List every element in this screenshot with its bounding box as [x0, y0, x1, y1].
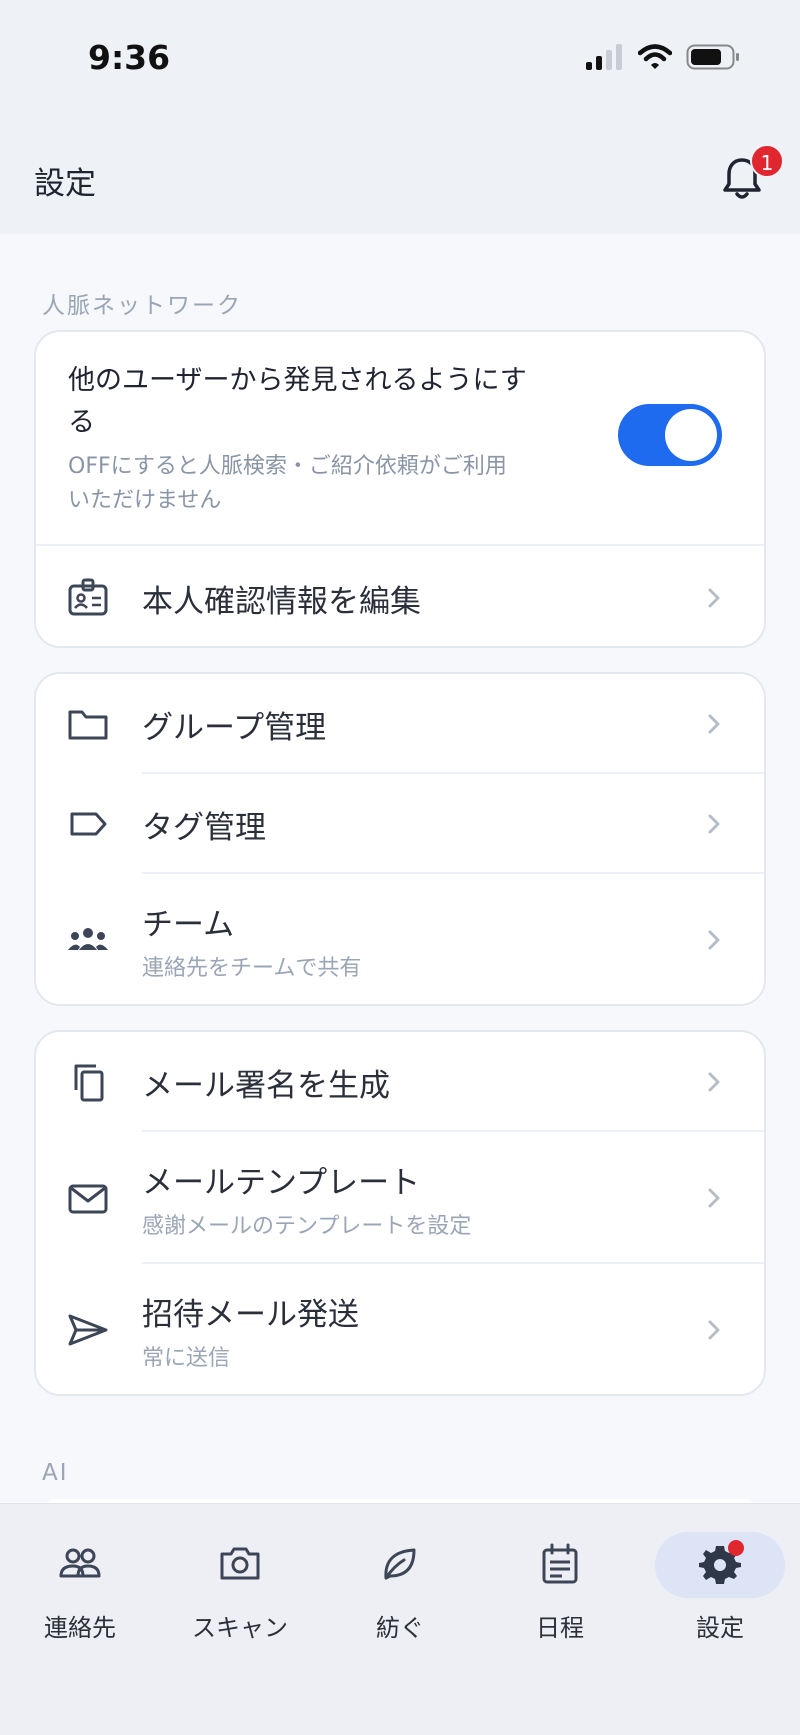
tab-schedule[interactable]: 日程	[480, 1504, 640, 1644]
email-signature-label: メール署名を生成	[142, 1067, 390, 1104]
mail-card: メール署名を生成 メールテンプレート 感謝メールのテンプレートを設定 招待メール…	[34, 1030, 766, 1396]
header: 設定	[0, 120, 800, 234]
page-title: 設定	[34, 166, 96, 202]
tab-settings[interactable]: 設定	[640, 1504, 800, 1644]
chevron-right-icon	[708, 1072, 720, 1092]
tab-contacts[interactable]: 連絡先	[0, 1504, 160, 1644]
tab-schedule-label: 日程	[536, 1614, 584, 1642]
email-template-text: メールテンプレート 感謝メールのテンプレートを設定	[142, 1157, 471, 1240]
invite-email-row[interactable]: 招待メール発送 常に送信	[36, 1264, 764, 1394]
camera-icon	[220, 1547, 260, 1580]
invite-email-subtitle: 常に送信	[142, 1345, 231, 1371]
mail-icon	[68, 1184, 108, 1214]
status-icons	[584, 44, 740, 70]
tag-icon	[70, 812, 107, 836]
status-time: 9:36	[88, 38, 171, 77]
battery-icon	[686, 44, 739, 70]
email-template-row[interactable]: メールテンプレート 感謝メールのテンプレートを設定	[36, 1132, 764, 1264]
invite-email-text: 招待メール発送 常に送信	[142, 1289, 359, 1372]
chevron-right-icon	[708, 1188, 720, 1208]
discoverable-description: OFFにすると人脈検索・ご紹介依頼がご利用 いただけません	[68, 454, 507, 513]
tag-management-label: タグ管理	[142, 809, 266, 846]
notification-badge: 1	[750, 144, 784, 178]
email-template-label: メールテンプレート	[142, 1164, 421, 1201]
team-subtitle: 連絡先をチームで共有	[142, 955, 362, 981]
tab-scan-label: スキャン	[192, 1614, 288, 1642]
folder-icon	[68, 710, 108, 740]
section-label-ai: AI	[42, 1460, 69, 1486]
copy-icon	[74, 1064, 104, 1102]
leaf-icon	[384, 1548, 416, 1580]
send-icon	[68, 1314, 108, 1346]
team-icon	[68, 928, 108, 950]
wifi-icon	[638, 44, 672, 69]
toggle-knob	[665, 409, 717, 461]
email-signature-row[interactable]: メール署名を生成	[36, 1032, 764, 1132]
discoverable-row: 他のユーザーから発見されるようにす る OFFにすると人脈検索・ご紹介依頼がご利…	[36, 332, 764, 546]
settings-notification-dot	[728, 1540, 744, 1556]
invite-email-label: 招待メール発送	[142, 1296, 359, 1333]
management-card: グループ管理 タグ管理 チーム 連絡先をチームで共有	[34, 672, 766, 1006]
edit-identity-label: 本人確認情報を編集	[142, 583, 421, 620]
tab-scan[interactable]: スキャン	[160, 1504, 320, 1644]
tab-bar: 連絡先 スキャン 紡ぐ 日程 設定	[0, 1503, 800, 1735]
tab-weave-label: 紡ぐ	[376, 1614, 424, 1642]
id-card-icon	[68, 578, 108, 616]
group-management-row[interactable]: グループ管理	[36, 674, 764, 774]
team-text: チーム 連絡先をチームで共有	[142, 899, 361, 982]
network-card: 他のユーザーから発見されるようにす る OFFにすると人脈検索・ご紹介依頼がご利…	[34, 330, 766, 648]
chevron-right-icon	[708, 714, 720, 734]
calendar-icon	[542, 1543, 578, 1584]
email-template-subtitle: 感謝メールのテンプレートを設定	[142, 1213, 472, 1239]
tab-settings-label: 設定	[696, 1614, 744, 1642]
section-label-network: 人脈ネットワーク	[42, 293, 242, 319]
signal-icon	[586, 44, 622, 70]
status-bar: 9:36	[0, 0, 800, 120]
chevron-right-icon	[708, 930, 720, 950]
chevron-right-icon	[708, 588, 720, 608]
edit-identity-text: 本人確認情報を編集	[142, 576, 421, 621]
contacts-icon	[59, 1548, 101, 1578]
tag-management-row[interactable]: タグ管理	[36, 774, 764, 874]
team-label: チーム	[142, 906, 235, 943]
tab-weave[interactable]: 紡ぐ	[320, 1504, 480, 1644]
discoverable-toggle[interactable]	[618, 404, 722, 466]
chevron-right-icon	[708, 1320, 720, 1340]
edit-identity-row[interactable]: 本人確認情報を編集	[36, 546, 764, 646]
discoverable-title: 他のユーザーから発見されるようにす る	[68, 365, 527, 438]
team-row[interactable]: チーム 連絡先をチームで共有	[36, 874, 764, 1004]
group-management-label: グループ管理	[142, 709, 327, 746]
chevron-right-icon	[708, 814, 720, 834]
tab-contacts-label: 連絡先	[44, 1614, 116, 1642]
